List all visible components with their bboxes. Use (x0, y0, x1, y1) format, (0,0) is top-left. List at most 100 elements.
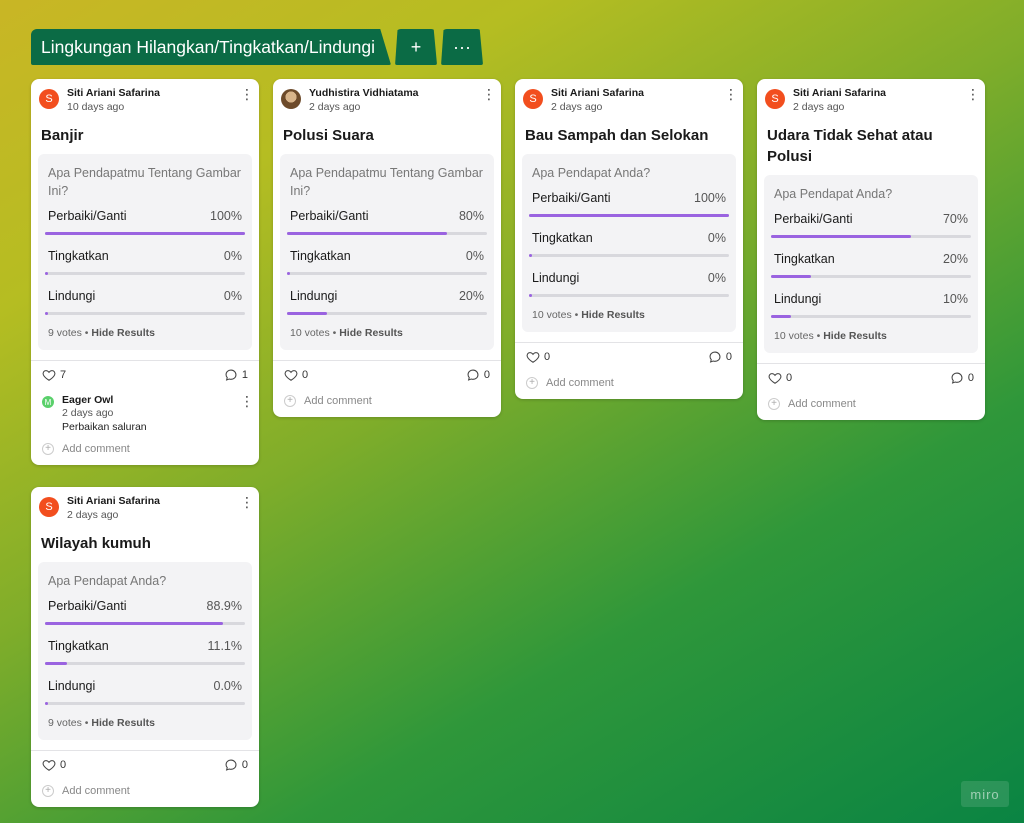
option-label: Lindungi (48, 679, 96, 693)
add-comment[interactable]: + Add comment (38, 434, 252, 457)
post-time: 2 days ago (793, 101, 845, 113)
hide-results-link[interactable]: Hide Results (339, 327, 403, 339)
poll-option[interactable]: Lindungi 0.0% (45, 678, 245, 705)
kebab-menu-icon[interactable]: ⋮ (724, 87, 738, 101)
result-bar-fill (529, 254, 532, 257)
author-name[interactable]: Yudhistira Vidhiatama (309, 87, 482, 100)
poll-option[interactable]: Perbaiki/Ganti 88.9% (45, 598, 245, 625)
avatar[interactable]: S (523, 89, 543, 109)
hide-results-link[interactable]: Hide Results (581, 309, 645, 321)
kebab-menu-icon[interactable]: ⋮ (240, 495, 254, 509)
poll-options: Perbaiki/Ganti 100% Tingkatkan 0% Lindungi 0% (529, 190, 729, 297)
avatar[interactable]: M (42, 396, 54, 408)
kebab-menu-icon[interactable]: ⋮ (966, 87, 980, 101)
avatar[interactable]: S (39, 497, 59, 517)
poll-card[interactable]: S Siti Ariani Safarina 2 days ago ⋮ Wila… (31, 487, 259, 807)
author-name[interactable]: Siti Ariani Safarina (67, 495, 240, 508)
poll-option[interactable]: Tingkatkan 11.1% (45, 638, 245, 665)
poll-option[interactable]: Lindungi 0% (529, 270, 729, 297)
result-bar (45, 272, 245, 275)
author-name[interactable]: Siti Ariani Safarina (793, 87, 966, 100)
result-bar-fill (287, 312, 327, 315)
poll-card[interactable]: S Siti Ariani Safarina 2 days ago ⋮ Udar… (757, 79, 985, 420)
result-bar-fill (45, 622, 223, 625)
add-comment[interactable]: + Add comment (280, 386, 494, 409)
plus-circle-icon: + (42, 443, 54, 455)
option-percent: 0% (223, 249, 242, 263)
kebab-menu-icon[interactable]: ⋮ (240, 394, 254, 434)
option-label: Perbaiki/Ganti (48, 599, 127, 613)
author-name[interactable]: Siti Ariani Safarina (67, 87, 240, 100)
card-header: S Siti Ariani Safarina 2 days ago ⋮ (522, 87, 738, 119)
like-button[interactable]: 0 (526, 350, 550, 364)
result-bar-fill (287, 272, 290, 275)
poll-option[interactable]: Tingkatkan 20% (771, 251, 971, 278)
avatar[interactable]: S (765, 89, 785, 109)
result-bar (45, 312, 245, 315)
comment-time: 2 days ago (62, 407, 114, 419)
poll-option[interactable]: Lindungi 0% (45, 288, 245, 315)
comment-author[interactable]: Eager Owl (62, 394, 240, 407)
comment-button[interactable]: 0 (708, 350, 732, 364)
comment-button[interactable]: 0 (950, 371, 974, 385)
comment-count: 0 (967, 372, 974, 384)
author-name[interactable]: Siti Ariani Safarina (551, 87, 724, 100)
result-bar-fill (771, 315, 791, 318)
option-label: Perbaiki/Ganti (774, 212, 853, 226)
poll-option[interactable]: Tingkatkan 0% (529, 230, 729, 257)
option-label: Tingkatkan (774, 252, 835, 266)
avatar[interactable]: S (39, 89, 59, 109)
kebab-menu-icon[interactable]: ⋮ (482, 87, 496, 101)
result-bar-fill (771, 235, 911, 238)
like-button[interactable]: 7 (42, 368, 66, 382)
like-button[interactable]: 0 (768, 371, 792, 385)
result-bar-fill (529, 214, 729, 217)
board-title[interactable]: Lingkungan Hilangkan/Tingkatkan/Lindungi (31, 29, 392, 65)
add-comment[interactable]: + Add comment (522, 368, 736, 391)
poll-option[interactable]: Lindungi 10% (771, 291, 971, 318)
post-time: 2 days ago (309, 101, 361, 113)
like-button[interactable]: 0 (284, 368, 308, 382)
reactions: 0 0 (280, 361, 494, 386)
add-comment[interactable]: + Add comment (764, 389, 978, 412)
plus-icon[interactable]: + (395, 29, 438, 65)
hide-results-link[interactable]: Hide Results (823, 330, 887, 342)
avatar[interactable] (281, 89, 301, 109)
poll: Apa Pendapatmu Tentang Gambar Ini? Perba… (38, 154, 252, 350)
poll-card[interactable]: S Siti Ariani Safarina 2 days ago ⋮ Bau … (515, 79, 743, 399)
comment-icon (951, 372, 963, 384)
poll-question: Apa Pendapatmu Tentang Gambar Ini? (290, 166, 483, 198)
poll-card[interactable]: Yudhistira Vidhiatama 2 days ago ⋮ Polus… (273, 79, 501, 417)
kebab-menu-icon[interactable]: ⋮ (240, 87, 254, 101)
option-percent: 10% (942, 292, 968, 306)
card-header: S Siti Ariani Safarina 2 days ago ⋮ (764, 87, 980, 119)
add-comment-label: Add comment (788, 398, 856, 410)
poll-option[interactable]: Perbaiki/Ganti 100% (529, 190, 729, 217)
hide-results-link[interactable]: Hide Results (91, 717, 155, 729)
option-percent: 20% (458, 289, 484, 303)
heart-icon (42, 370, 56, 381)
hide-results-link[interactable]: Hide Results (91, 327, 155, 339)
reactions: 0 0 (38, 751, 252, 776)
poll-footer: 10 votes • Hide Results (774, 330, 887, 342)
poll-option[interactable]: Tingkatkan 0% (45, 248, 245, 275)
option-percent: 0% (223, 289, 242, 303)
poll-option[interactable]: Perbaiki/Ganti 100% (45, 208, 245, 235)
card-title: Polusi Suara (283, 127, 374, 144)
result-bar (529, 294, 729, 297)
comment-button[interactable]: 0 (466, 368, 490, 382)
add-comment-label: Add comment (62, 785, 130, 797)
comment-button[interactable]: 0 (224, 758, 248, 772)
ellipsis-icon[interactable]: ··· (441, 29, 484, 65)
poll-option[interactable]: Tingkatkan 0% (287, 248, 487, 275)
poll-option[interactable]: Perbaiki/Ganti 80% (287, 208, 487, 235)
like-button[interactable]: 0 (42, 758, 66, 772)
poll-option[interactable]: Perbaiki/Ganti 70% (771, 211, 971, 238)
add-comment-label: Add comment (546, 377, 614, 389)
comment-button[interactable]: 1 (224, 368, 248, 382)
poll-card[interactable]: S Siti Ariani Safarina 10 days ago ⋮ Ban… (31, 79, 259, 465)
poll-option[interactable]: Lindungi 20% (287, 288, 487, 315)
result-bar (287, 272, 487, 275)
comment-list: M Eager Owl 2 days ago Perbaikan saluran ⋮ (38, 386, 254, 434)
add-comment[interactable]: + Add comment (38, 776, 252, 799)
